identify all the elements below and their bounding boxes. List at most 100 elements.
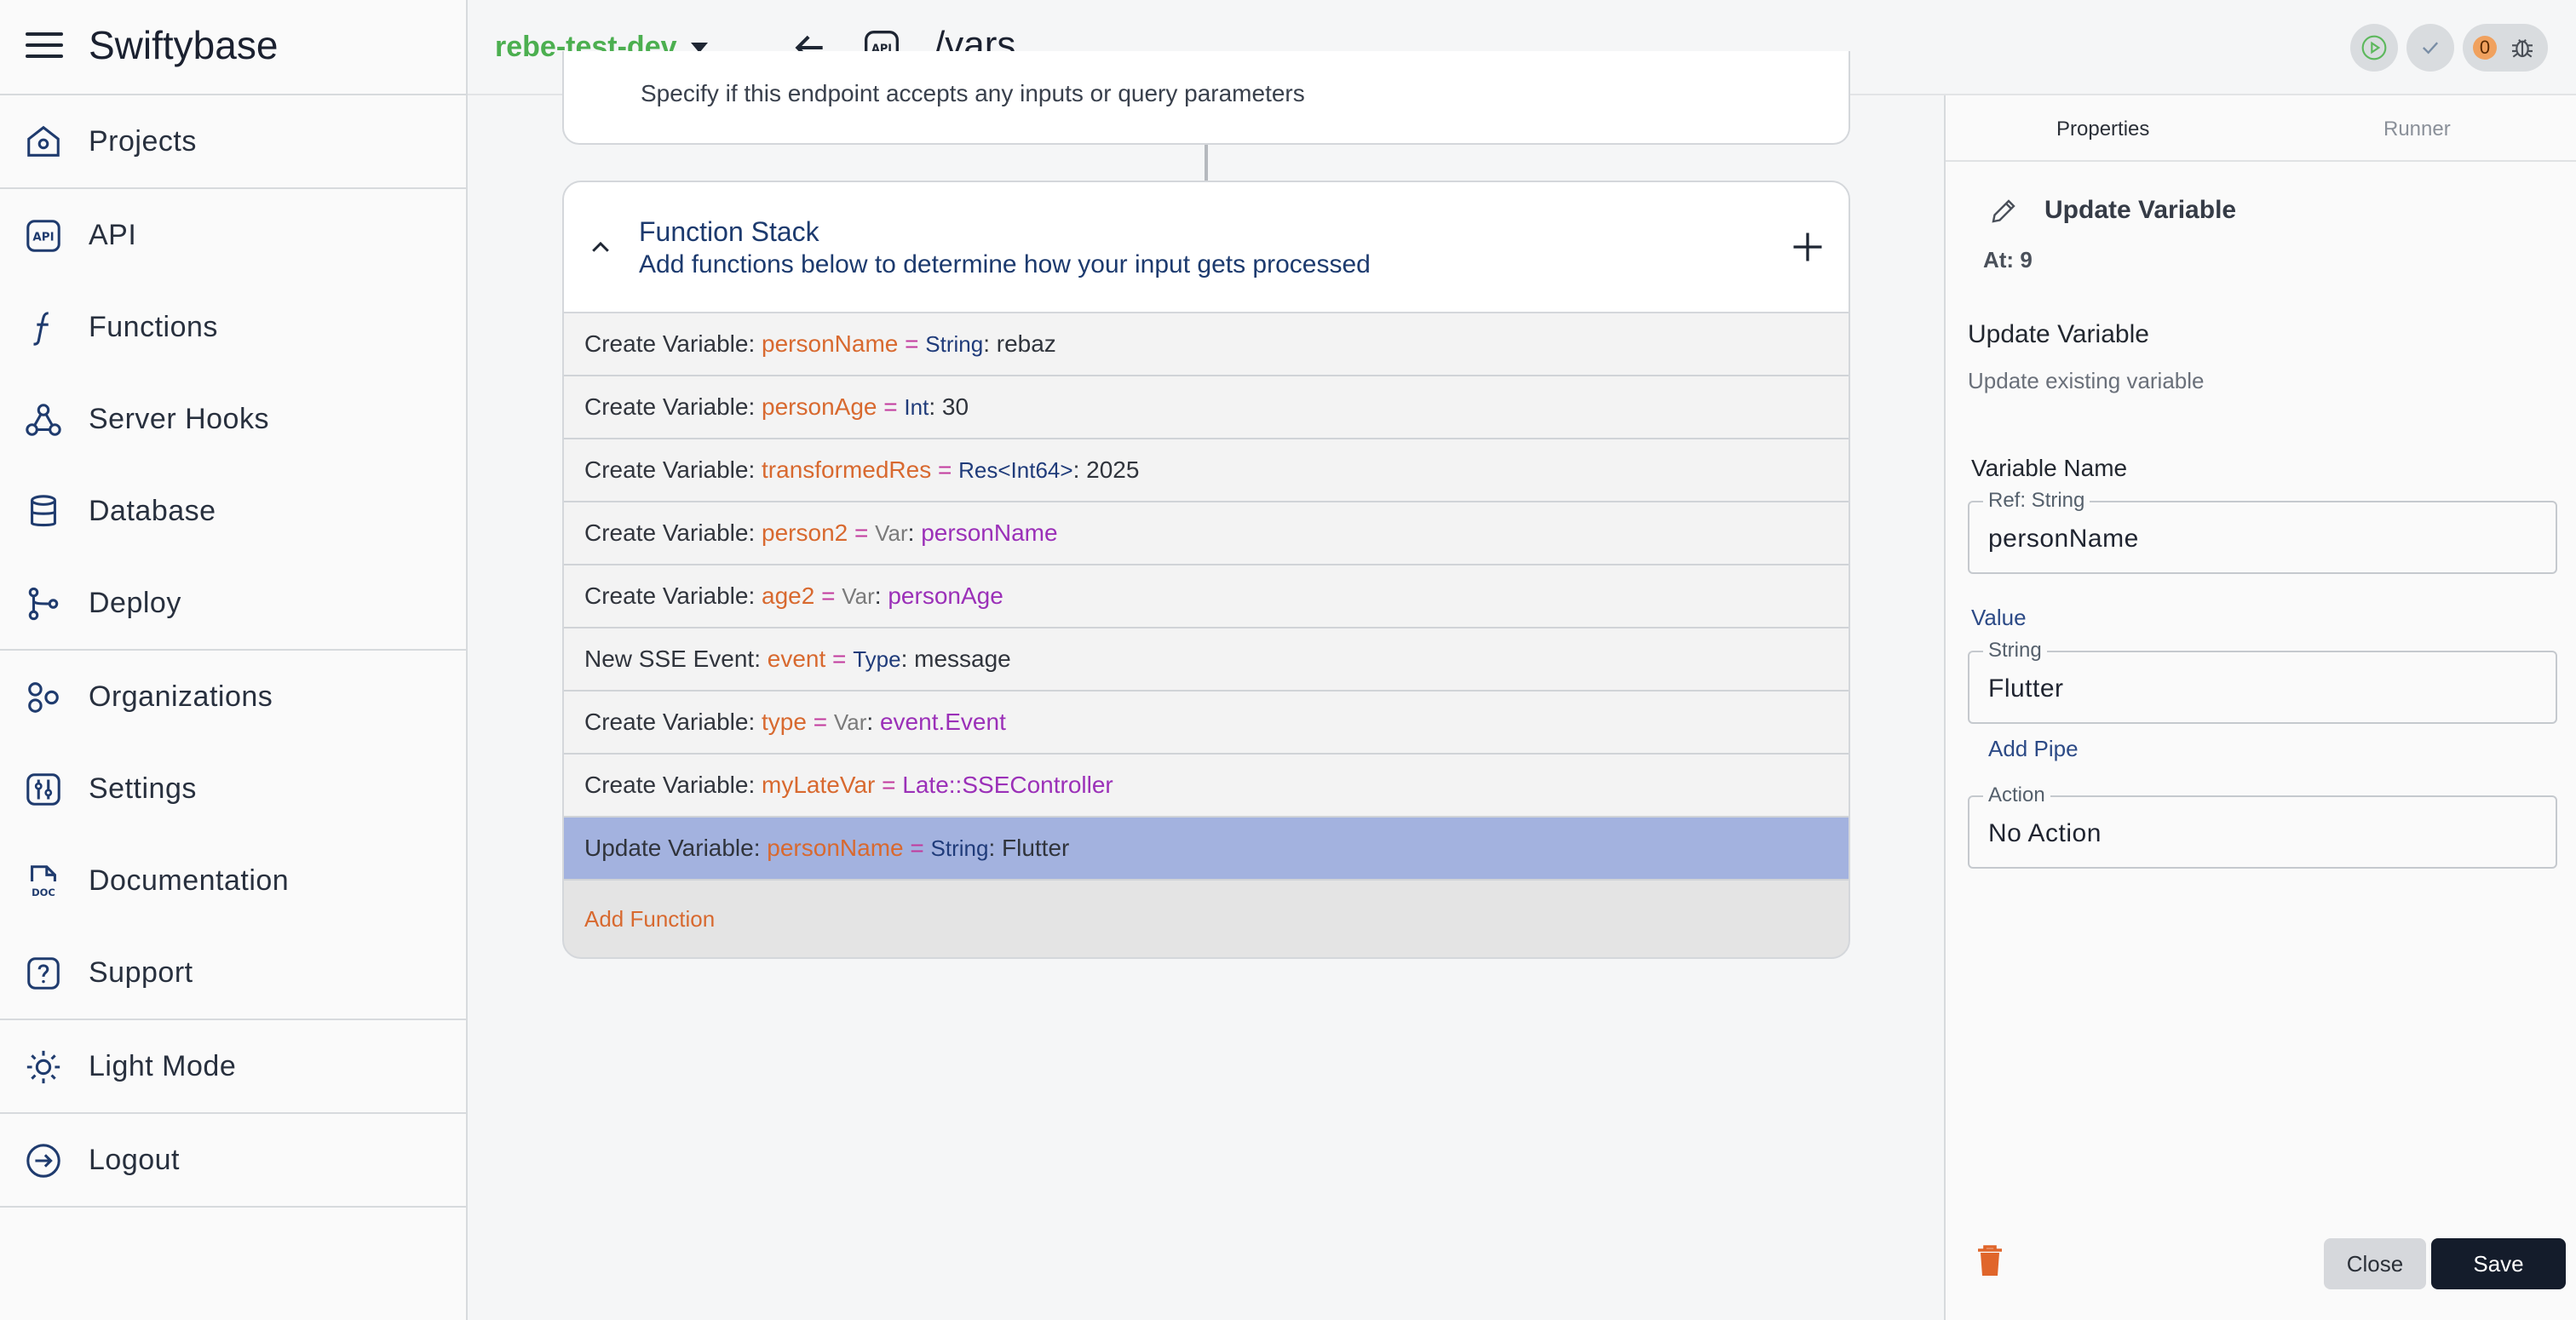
sidebar-item-label: Deploy (89, 587, 181, 619)
sidebar-header: Swiftybase (0, 0, 466, 95)
function-stack-card: Function Stack Add functions below to de… (562, 181, 1850, 959)
action-select[interactable]: Action No Action (1968, 783, 2557, 869)
hamburger-menu-icon[interactable] (26, 32, 63, 61)
panel-tabs: Properties Runner (1946, 95, 2576, 162)
sidebar-item-label: Light Mode (89, 1050, 237, 1082)
variable-name-field[interactable]: Ref: String personName (1968, 489, 2557, 574)
sidebar-item-functions[interactable]: Functions (0, 283, 466, 371)
divider (0, 1112, 466, 1114)
sidebar-item-database[interactable]: Database (0, 467, 466, 555)
separator: : (900, 646, 915, 672)
properties-panel: Properties Runner Update Variable At: 9 … (1944, 95, 2576, 1320)
separator: : (988, 835, 1002, 861)
chevron-up-icon[interactable] (588, 235, 613, 261)
value-type: String (925, 331, 984, 357)
sidebar-item-label: Database (89, 495, 216, 527)
sidebar-item-label: Logout (89, 1144, 180, 1176)
tab-runner[interactable]: Runner (2383, 118, 2451, 141)
function-kind: Create Variable: (584, 393, 762, 420)
sidebar-item-organizations[interactable]: Organizations (0, 652, 466, 741)
close-button[interactable]: Close (2324, 1238, 2426, 1289)
sidebar-item-label: Documentation (89, 864, 290, 897)
sidebar-item-deploy[interactable]: Deploy (0, 559, 466, 647)
plus-icon[interactable] (1789, 228, 1826, 266)
function-kind: New SSE Event: (584, 646, 768, 672)
value-text: personName (921, 519, 1058, 546)
separator: : (907, 519, 922, 546)
sidebar: Swiftybase Projects API API Functions Se… (0, 0, 468, 1320)
function-row[interactable]: Create Variable: myLateVar = Late::SSECo… (564, 755, 1849, 818)
value-text: 2025 (1086, 456, 1140, 483)
bug-icon (2512, 39, 2533, 58)
save-button[interactable]: Save (2431, 1238, 2566, 1289)
equals-sign: = (814, 583, 842, 609)
function-row[interactable]: Create Variable: type = Var: event.Event (564, 692, 1849, 755)
value-text: message (914, 646, 1011, 672)
value-value: Flutter (1988, 674, 2064, 703)
pencil-icon (1992, 199, 2015, 223)
run-button[interactable] (2350, 24, 2398, 72)
git-branch-icon (28, 587, 59, 621)
separator: : (866, 709, 880, 735)
variable-type-legend: Ref: String (1983, 489, 2090, 513)
trash-icon[interactable] (1976, 1243, 2004, 1277)
validate-button[interactable] (2406, 24, 2454, 72)
sidebar-item-support[interactable]: Support (0, 928, 466, 1017)
function-stack-title: Function Stack (639, 216, 819, 247)
api-icon: API (26, 220, 60, 252)
sidebar-item-label: API (89, 219, 137, 251)
database-icon (31, 495, 56, 527)
value-type: Res<Int64> (958, 457, 1073, 483)
variable-name: myLateVar (762, 772, 876, 798)
sidebar-item-label: Settings (89, 772, 197, 805)
tab-properties[interactable]: Properties (2056, 118, 2149, 141)
equals-sign: = (877, 393, 905, 420)
value-type-legend: String (1983, 639, 2047, 663)
function-stack-header[interactable]: Function Stack Add functions below to de… (564, 182, 1849, 313)
endpoint-inputs-text: Specify if this endpoint accepts any inp… (641, 80, 1305, 106)
function-kind: Create Variable: (584, 519, 762, 546)
debug-button[interactable]: 0 (2463, 24, 2548, 72)
function-row[interactable]: Create Variable: transformedRes = Res<In… (564, 439, 1849, 502)
sidebar-item-server-hooks[interactable]: Server Hooks (0, 375, 466, 463)
value-text: event.Event (879, 709, 1006, 735)
function-kind: Create Variable: (584, 330, 762, 357)
webhook-icon (26, 404, 61, 436)
value-text: rebaz (996, 330, 1056, 357)
function-kind: Create Variable: (584, 583, 762, 609)
variable-name: person2 (762, 519, 848, 546)
sidebar-item-light-mode[interactable]: Light Mode (0, 1022, 466, 1111)
function-description: Update existing variable (1968, 368, 2205, 393)
function-row[interactable]: Create Variable: personAge = Int: 30 (564, 376, 1849, 439)
add-pipe-link[interactable]: Add Pipe (1988, 736, 2079, 762)
action-legend: Action (1983, 783, 2050, 807)
settings-icon (26, 773, 60, 806)
variable-name: personName (762, 330, 899, 357)
function-row[interactable]: Create Variable: person2 = Var: personNa… (564, 502, 1849, 565)
endpoint-inputs-card[interactable]: Specify if this endpoint accepts any inp… (562, 51, 1850, 145)
divider (0, 1019, 466, 1020)
function-row[interactable]: Create Variable: age2 = Var: personAge (564, 565, 1849, 628)
sidebar-item-api[interactable]: API API (0, 191, 466, 279)
equals-sign: = (898, 330, 926, 357)
action-value: No Action (1988, 819, 2102, 847)
sidebar-item-settings[interactable]: Settings (0, 744, 466, 833)
sidebar-item-projects[interactable]: Projects (0, 97, 466, 186)
value-field[interactable]: String Flutter (1968, 639, 2557, 724)
value-type: Late::SSEController (902, 772, 1113, 798)
function-row[interactable]: Update Variable: personName = String: Fl… (564, 818, 1849, 881)
value-type: Var (875, 520, 908, 546)
separator: : (929, 393, 942, 420)
help-icon (27, 957, 60, 990)
add-function-link[interactable]: Add Function (584, 906, 715, 933)
function-row[interactable]: Create Variable: personName = String: re… (564, 313, 1849, 376)
sidebar-item-label: Support (89, 956, 193, 989)
function-row[interactable]: New SSE Event: event = Type: message (564, 628, 1849, 692)
svg-text:DOC: DOC (32, 887, 55, 898)
sidebar-item-documentation[interactable]: DOC Documentation (0, 836, 466, 925)
sidebar-item-logout[interactable]: Logout (0, 1116, 466, 1204)
position-label: At: 9 (1983, 247, 2033, 273)
divider (0, 1206, 466, 1208)
separator: : (874, 583, 888, 609)
equals-sign: = (903, 835, 931, 861)
